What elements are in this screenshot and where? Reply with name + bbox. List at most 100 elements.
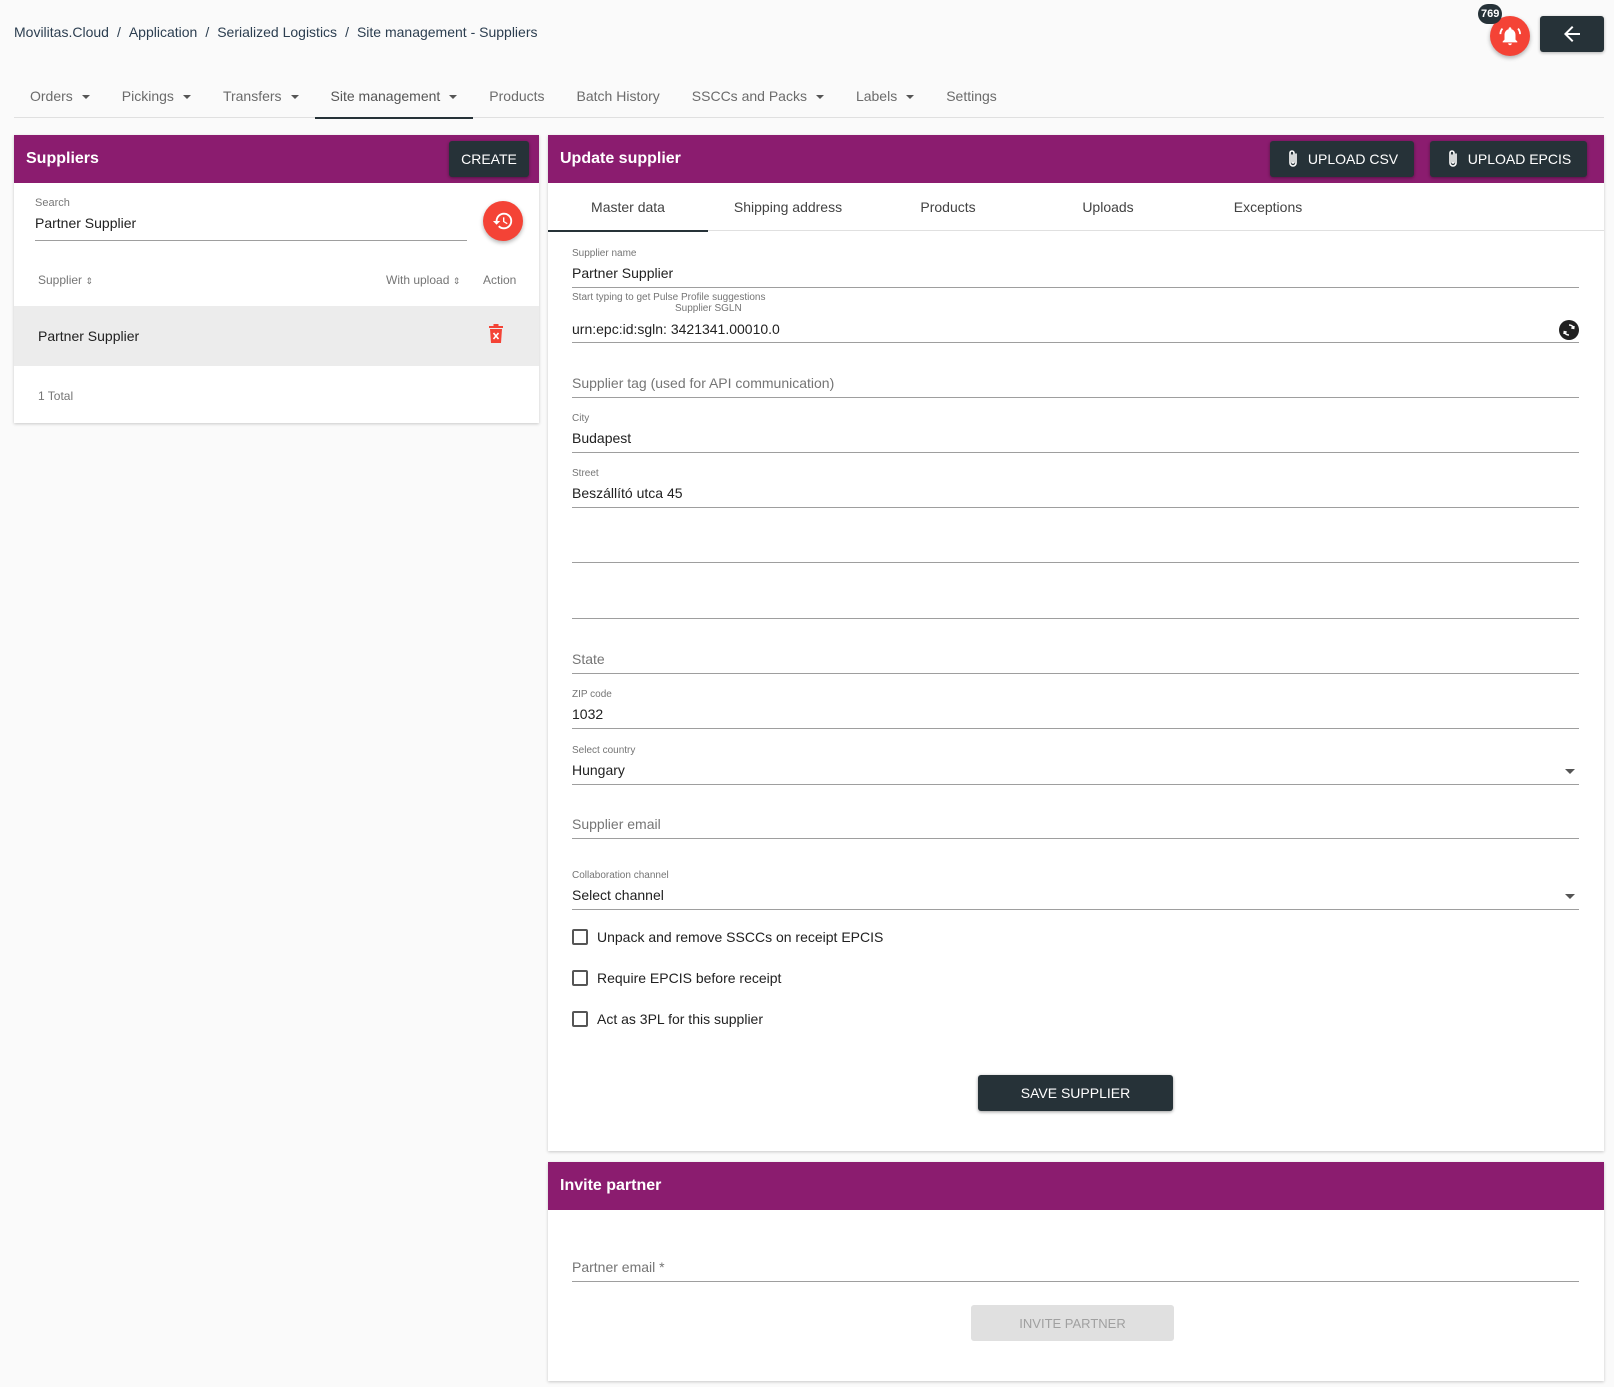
update-supplier-panel: Update supplier UPLOAD CSV UPLOAD EPCIS … — [548, 135, 1604, 1151]
nav-tab-settings[interactable]: Settings — [930, 74, 1013, 118]
upload-csv-button[interactable]: UPLOAD CSV — [1270, 141, 1414, 177]
zip-code-field[interactable]: ZIP code 1032 — [572, 689, 1579, 729]
nav-tab-transfers[interactable]: Transfers — [207, 74, 315, 118]
supplier-name-cell: Partner Supplier — [38, 328, 140, 344]
breadcrumb-item-movilitas[interactable]: Movilitas.Cloud — [14, 24, 109, 40]
column-label: With upload — [386, 273, 450, 287]
caret-down-icon — [81, 95, 90, 99]
breadcrumb-separator: / — [116, 24, 121, 40]
nav-tab-site-management[interactable]: Site management — [314, 74, 474, 119]
city-field[interactable]: City Budapest — [572, 413, 1579, 453]
country-value: Hungary — [572, 762, 625, 778]
sync-button[interactable] — [1559, 320, 1579, 345]
tab-uploads[interactable]: Uploads — [1028, 183, 1188, 231]
suppliers-panel: Suppliers CREATE Search Partner Supplier… — [14, 135, 539, 423]
supplier-name-field[interactable]: Supplier name Partner Supplier — [572, 248, 1579, 288]
breadcrumb-separator: / — [345, 24, 349, 40]
sgln-value: urn:epc:id:sgln: 3421341.00010.0 — [572, 321, 780, 337]
nav-tab-label: Site management — [330, 88, 441, 104]
supplier-sgln-field[interactable]: Supplier SGLN urn:epc:id:sgln: 3421341.0… — [572, 303, 1579, 343]
tab-master-data[interactable]: Master data — [548, 183, 708, 232]
nav-tab-products[interactable]: Products — [473, 74, 560, 118]
nav-tab-pickings[interactable]: Pickings — [106, 74, 207, 118]
checkbox-label: Unpack and remove SSCCs on receipt EPCIS — [597, 929, 884, 945]
table-row[interactable]: Partner Supplier — [14, 306, 539, 366]
invite-partner-button[interactable]: INVITE PARTNER — [971, 1305, 1174, 1341]
checkbox-box[interactable] — [572, 929, 588, 945]
supplier-name-label: Supplier name — [572, 248, 637, 259]
search-input[interactable]: Partner Supplier — [35, 215, 467, 241]
supplier-name-value: Partner Supplier — [572, 265, 674, 281]
state-field[interactable]: State — [572, 634, 1579, 674]
act-as-3pl-checkbox[interactable]: Act as 3PL for this supplier — [572, 1011, 763, 1027]
nav-tab-ssccs-packs[interactable]: SSCCs and Packs — [676, 74, 840, 118]
nav-tab-label: Transfers — [222, 88, 282, 104]
breadcrumb-item-current: Site management - Suppliers — [356, 24, 538, 40]
delete-button[interactable] — [488, 324, 504, 349]
upload-csv-label: UPLOAD CSV — [1307, 151, 1399, 167]
invite-partner-panel: Invite partner Partner email * INVITE PA… — [548, 1162, 1604, 1381]
total-count: 1 Total — [38, 389, 74, 403]
upload-epcis-button[interactable]: UPLOAD EPCIS — [1430, 141, 1587, 177]
caret-down-icon — [815, 95, 824, 99]
tab-shipping-address[interactable]: Shipping address — [708, 183, 868, 231]
sync-icon — [1559, 320, 1579, 340]
zip-code-value: 1032 — [572, 706, 604, 722]
suppliers-header: Suppliers CREATE — [14, 135, 539, 183]
breadcrumb-item-serialized-logistics[interactable]: Serialized Logistics — [217, 24, 337, 40]
tab-exceptions[interactable]: Exceptions — [1188, 183, 1348, 231]
sort-icon: ⇕ — [452, 276, 461, 286]
supplier-tag-placeholder: Supplier tag (used for API communication… — [572, 375, 835, 391]
nav-tab-label: Pickings — [121, 88, 174, 104]
nav-tab-labels[interactable]: Labels — [840, 74, 930, 118]
street-value: Beszállító utca 45 — [572, 485, 683, 501]
reset-search-button[interactable] — [483, 201, 523, 241]
supplier-tabs: Master data Shipping address Products Up… — [548, 183, 1604, 232]
dropdown-arrow-icon — [1565, 769, 1575, 774]
checkbox-box[interactable] — [572, 970, 588, 986]
require-epcis-checkbox[interactable]: Require EPCIS before receipt — [572, 970, 781, 986]
nav-tab-label: Orders — [30, 88, 73, 104]
street-field[interactable]: Street Beszállító utca 45 — [572, 468, 1579, 508]
column-header-with-upload[interactable]: With upload ⇕ — [386, 273, 460, 287]
checkbox-label: Act as 3PL for this supplier — [597, 1011, 764, 1027]
update-supplier-header: Update supplier UPLOAD CSV UPLOAD EPCIS — [548, 135, 1604, 183]
search-label: Search — [35, 197, 70, 209]
country-select[interactable]: Select country Hungary — [572, 745, 1579, 785]
arrow-left-icon — [1564, 26, 1580, 42]
nav-tab-orders[interactable]: Orders — [14, 74, 106, 118]
notification-count-badge: 769 — [1478, 4, 1503, 24]
collaboration-channel-select[interactable]: Collaboration channel Select channel — [572, 870, 1579, 910]
column-header-supplier[interactable]: Supplier ⇕ — [38, 273, 93, 287]
nav-tab-batch-history[interactable]: Batch History — [561, 74, 676, 118]
column-label: Supplier — [38, 273, 83, 287]
nav-tab-label: Batch History — [576, 88, 660, 104]
state-placeholder: State — [572, 651, 605, 667]
main-nav: Orders Pickings Transfers Site managemen… — [14, 74, 1604, 119]
breadcrumb-item-application[interactable]: Application — [129, 24, 198, 40]
supplier-email-field[interactable]: Supplier email — [572, 799, 1579, 839]
nav-tab-label: Products — [489, 88, 545, 104]
caret-down-icon — [182, 95, 191, 99]
channel-label: Collaboration channel — [572, 870, 669, 881]
paperclip-icon — [1448, 150, 1457, 167]
history-icon — [492, 212, 513, 230]
tab-products[interactable]: Products — [868, 183, 1028, 231]
breadcrumb: Movilitas.Cloud / Application / Serializ… — [14, 24, 538, 40]
create-button[interactable]: CREATE — [449, 141, 529, 177]
breadcrumb-separator: / — [205, 24, 210, 40]
partner-email-field[interactable]: Partner email * — [572, 1242, 1579, 1282]
supplier-tag-field[interactable]: Supplier tag (used for API communication… — [572, 358, 1579, 398]
save-supplier-button[interactable]: SAVE SUPPLIER — [978, 1075, 1173, 1111]
address-line-3-field[interactable] — [572, 579, 1579, 619]
unpack-sscc-checkbox[interactable]: Unpack and remove SSCCs on receipt EPCIS — [572, 929, 883, 945]
checkbox-box[interactable] — [572, 1011, 588, 1027]
country-label: Select country — [572, 745, 636, 756]
upload-epcis-label: UPLOAD EPCIS — [1467, 151, 1572, 167]
back-button[interactable] — [1540, 16, 1604, 52]
suppliers-title: Suppliers — [26, 150, 99, 167]
sgln-hint: Start typing to get Pulse Profile sugges… — [572, 292, 766, 303]
paperclip-icon — [1289, 150, 1297, 167]
nav-tab-label: SSCCs and Packs — [691, 88, 807, 104]
address-line-2-field[interactable] — [572, 523, 1579, 563]
